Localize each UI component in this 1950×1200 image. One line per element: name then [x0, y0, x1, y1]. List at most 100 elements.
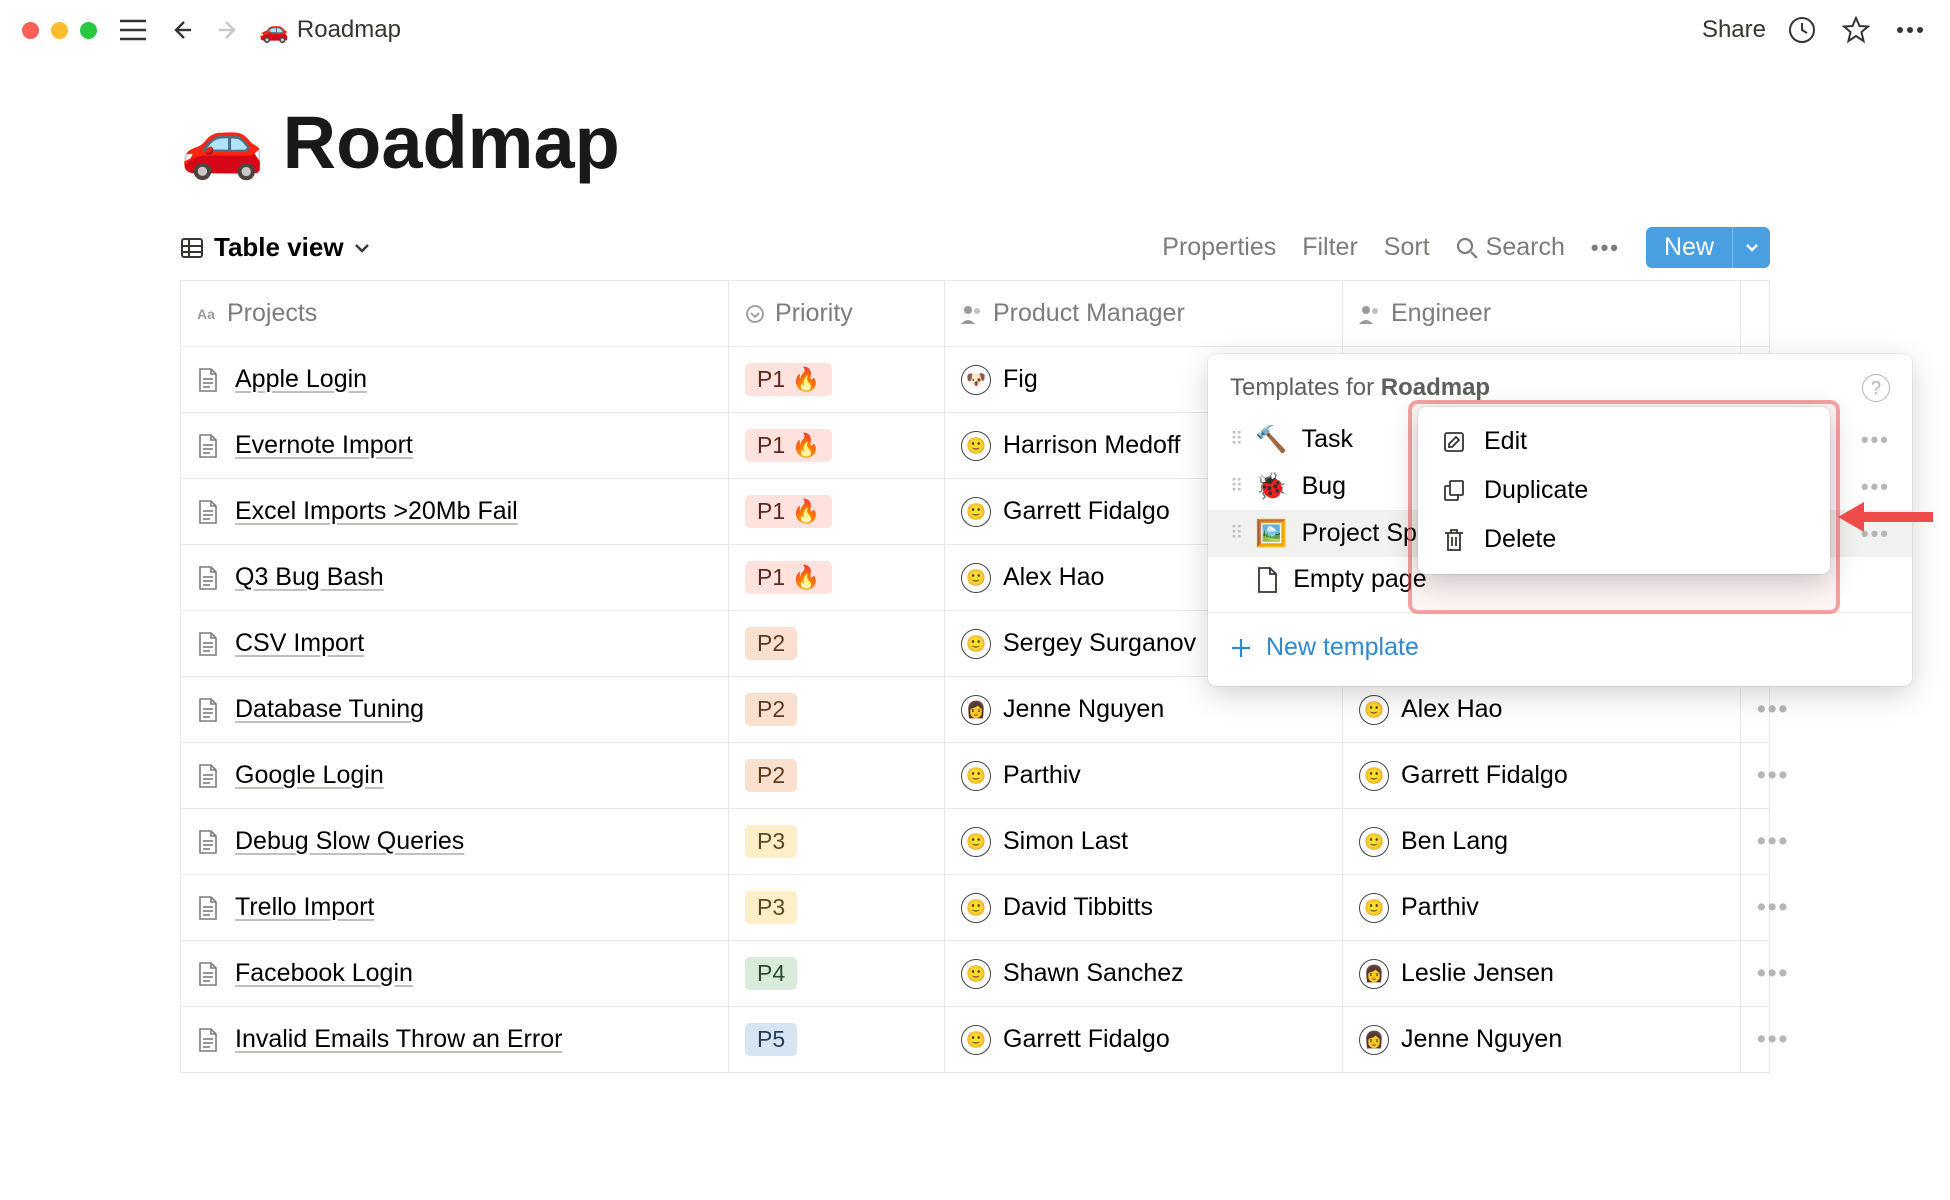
template-context-menu: Edit Duplicate Delete [1418, 407, 1830, 574]
pm-name: Jenne Nguyen [1003, 695, 1164, 724]
project-name[interactable]: Google Login [235, 761, 384, 790]
page-icon [197, 565, 219, 591]
view-label: Table view [214, 232, 344, 263]
hamburger-icon[interactable] [115, 12, 151, 48]
chevron-down-icon [354, 243, 370, 253]
new-button-main[interactable]: New [1646, 227, 1732, 268]
new-button-dropdown[interactable] [1732, 227, 1770, 268]
project-name[interactable]: Database Tuning [235, 695, 424, 724]
select-prop-icon [745, 304, 765, 324]
template-emoji: 🖼️ [1255, 518, 1287, 549]
favorite-icon[interactable] [1838, 12, 1874, 48]
col-priority[interactable]: Priority [729, 281, 945, 347]
row-more-icon[interactable]: ••• [1741, 677, 1770, 743]
templates-title: Templates for Roadmap [1230, 374, 1490, 402]
ctx-edit[interactable]: Edit [1418, 417, 1830, 466]
template-label: Bug [1302, 472, 1346, 501]
project-name[interactable]: Trello Import [235, 893, 374, 922]
priority-badge: P2 [745, 627, 797, 660]
table-row[interactable]: Invalid Emails Throw an ErrorP5🙂Garrett … [181, 1007, 1770, 1073]
filter-button[interactable]: Filter [1302, 233, 1358, 262]
pm-name: Harrison Medoff [1003, 431, 1180, 460]
table-row[interactable]: Trello ImportP3🙂David Tibbitts🙂Parthiv••… [181, 875, 1770, 941]
avatar: 🙂 [961, 761, 991, 791]
row-more-icon[interactable]: ••• [1741, 809, 1770, 875]
search-label: Search [1486, 233, 1565, 262]
col-engineer-label: Engineer [1391, 299, 1491, 328]
col-add[interactable] [1741, 281, 1770, 347]
more-icon[interactable] [1892, 12, 1928, 48]
project-name[interactable]: Apple Login [235, 365, 367, 394]
breadcrumb[interactable]: 🚗 Roadmap [259, 16, 401, 45]
drag-handle-icon[interactable]: ⠿ [1230, 523, 1241, 544]
col-projects-label: Projects [227, 299, 317, 328]
pm-name: Garrett Fidalgo [1003, 1025, 1170, 1054]
priority-badge: P1 🔥 [745, 561, 832, 594]
priority-badge: P2 [745, 693, 797, 726]
pm-name: Fig [1003, 365, 1038, 394]
row-more-icon[interactable]: ••• [1741, 875, 1770, 941]
view-switcher[interactable]: Table view [180, 232, 370, 263]
template-more-icon[interactable]: ••• [1861, 427, 1890, 453]
help-icon[interactable]: ? [1862, 374, 1890, 402]
page-emoji[interactable]: 🚗 [180, 103, 265, 183]
template-emoji: 🔨 [1255, 424, 1287, 455]
minimize-window[interactable] [51, 22, 68, 39]
db-more-icon[interactable]: ••• [1591, 235, 1620, 261]
avatar: 🙂 [961, 497, 991, 527]
maximize-window[interactable] [80, 22, 97, 39]
ctx-duplicate[interactable]: Duplicate [1418, 466, 1830, 515]
engineer-name: Jenne Nguyen [1401, 1025, 1562, 1054]
pm-name: Simon Last [1003, 827, 1128, 856]
project-name[interactable]: Q3 Bug Bash [235, 563, 384, 592]
project-name[interactable]: Evernote Import [235, 431, 413, 460]
page-title[interactable]: Roadmap [283, 100, 620, 185]
row-more-icon[interactable]: ••• [1741, 743, 1770, 809]
plus-icon [1230, 637, 1252, 659]
project-name[interactable]: Facebook Login [235, 959, 413, 988]
template-emoji: 🐞 [1255, 471, 1287, 502]
avatar: 🙂 [1359, 761, 1389, 791]
page-icon [197, 763, 219, 789]
drag-handle-icon[interactable]: ⠿ [1230, 476, 1241, 497]
traffic-lights [22, 22, 97, 39]
page-icon [197, 1027, 219, 1053]
person-prop-icon [961, 304, 983, 324]
person-prop-icon [1359, 304, 1381, 324]
col-pm-label: Product Manager [993, 299, 1185, 328]
project-name[interactable]: CSV Import [235, 629, 364, 658]
avatar: 🙂 [961, 1025, 991, 1055]
properties-button[interactable]: Properties [1162, 233, 1276, 262]
project-name[interactable]: Debug Slow Queries [235, 827, 464, 856]
project-name[interactable]: Invalid Emails Throw an Error [235, 1025, 562, 1054]
back-icon[interactable] [163, 12, 199, 48]
table-row[interactable]: Database TuningP2👩Jenne Nguyen🙂Alex Hao•… [181, 677, 1770, 743]
forward-icon[interactable] [211, 12, 247, 48]
table-row[interactable]: Google LoginP2🙂Parthiv🙂Garrett Fidalgo••… [181, 743, 1770, 809]
close-window[interactable] [22, 22, 39, 39]
sort-button[interactable]: Sort [1384, 233, 1430, 262]
table-row[interactable]: Facebook LoginP4🙂Shawn Sanchez👩Leslie Je… [181, 941, 1770, 1007]
avatar: 🙂 [1359, 827, 1389, 857]
col-pm[interactable]: Product Manager [945, 281, 1343, 347]
page-icon [197, 895, 219, 921]
engineer-name: Parthiv [1401, 893, 1479, 922]
share-button[interactable]: Share [1702, 16, 1766, 44]
drag-handle-icon[interactable]: ⠿ [1230, 429, 1241, 450]
new-template-label: New template [1266, 633, 1419, 662]
row-more-icon[interactable]: ••• [1741, 1007, 1770, 1073]
new-button: New [1646, 227, 1770, 268]
ctx-delete[interactable]: Delete [1418, 515, 1830, 564]
breadcrumb-title: Roadmap [297, 16, 401, 44]
col-engineer[interactable]: Engineer [1343, 281, 1741, 347]
page-icon [197, 433, 219, 459]
row-more-icon[interactable]: ••• [1741, 941, 1770, 1007]
new-template-button[interactable]: New template [1208, 623, 1912, 672]
search-button[interactable]: Search [1456, 233, 1565, 262]
project-name[interactable]: Excel Imports >20Mb Fail [235, 497, 518, 526]
updates-icon[interactable] [1784, 12, 1820, 48]
priority-badge: P1 🔥 [745, 495, 832, 528]
table-row[interactable]: Debug Slow QueriesP3🙂Simon Last🙂Ben Lang… [181, 809, 1770, 875]
priority-badge: P3 [745, 891, 797, 924]
col-projects[interactable]: Aa Projects [181, 281, 729, 347]
